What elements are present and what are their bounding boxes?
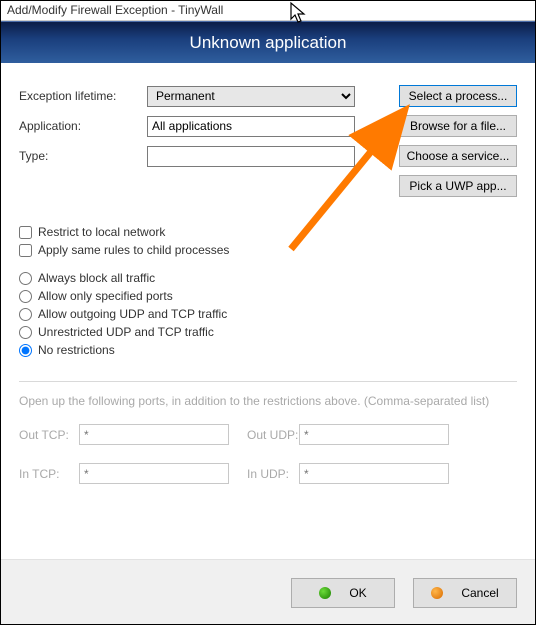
child-processes-row[interactable]: Apply same rules to child processes — [19, 243, 517, 257]
radio-unrestricted[interactable] — [19, 326, 32, 339]
cancel-icon — [431, 587, 443, 599]
application-input[interactable] — [147, 116, 355, 137]
form-area: Exception lifetime: Permanent Select a p… — [1, 63, 535, 215]
options-area: Restrict to local network Apply same rul… — [1, 215, 535, 371]
traffic-radio-group: Always block all traffic Allow only spec… — [19, 271, 517, 357]
in-udp-input — [299, 463, 449, 484]
radio-always-block[interactable] — [19, 272, 32, 285]
child-processes-checkbox[interactable] — [19, 244, 32, 257]
radio-outgoing-row[interactable]: Allow outgoing UDP and TCP traffic — [19, 307, 517, 321]
restrict-local-checkbox[interactable] — [19, 226, 32, 239]
banner-text: Unknown application — [190, 33, 347, 53]
dialog-window: Add/Modify Firewall Exception - TinyWall… — [0, 0, 536, 625]
radio-no-restrictions-row[interactable]: No restrictions — [19, 343, 517, 357]
ok-label: OK — [349, 586, 366, 600]
radio-outgoing[interactable] — [19, 308, 32, 321]
radio-always-block-row[interactable]: Always block all traffic — [19, 271, 517, 285]
out-udp-label: Out UDP: — [229, 428, 299, 442]
label-lifetime: Exception lifetime: — [19, 89, 147, 103]
pick-uwp-button[interactable]: Pick a UWP app... — [399, 175, 517, 197]
in-tcp-label: In TCP: — [19, 467, 79, 481]
radio-unrestricted-row[interactable]: Unrestricted UDP and TCP traffic — [19, 325, 517, 339]
cancel-button[interactable]: Cancel — [413, 578, 517, 608]
out-tcp-input — [79, 424, 229, 445]
browse-file-button[interactable]: Browse for a file... — [399, 115, 517, 137]
radio-only-specified[interactable] — [19, 290, 32, 303]
label-type: Type: — [19, 149, 147, 163]
select-process-button[interactable]: Select a process... — [399, 85, 517, 107]
separator — [19, 381, 517, 382]
titlebar: Add/Modify Firewall Exception - TinyWall — [1, 1, 535, 21]
type-input[interactable] — [147, 146, 355, 167]
radio-unrestricted-label: Unrestricted UDP and TCP traffic — [38, 325, 214, 339]
restrict-local-row[interactable]: Restrict to local network — [19, 225, 517, 239]
child-processes-label: Apply same rules to child processes — [38, 243, 229, 257]
label-application: Application: — [19, 119, 147, 133]
in-tcp-input — [79, 463, 229, 484]
ok-icon — [319, 587, 331, 599]
dialog-buttons: OK Cancel — [1, 559, 535, 624]
radio-outgoing-label: Allow outgoing UDP and TCP traffic — [38, 307, 227, 321]
restrict-local-label: Restrict to local network — [38, 225, 165, 239]
radio-always-block-label: Always block all traffic — [38, 271, 155, 285]
lifetime-select[interactable]: Permanent — [147, 86, 355, 107]
ok-button[interactable]: OK — [291, 578, 395, 608]
radio-no-restrictions[interactable] — [19, 344, 32, 357]
banner: Unknown application — [1, 21, 535, 63]
in-udp-label: In UDP: — [229, 467, 299, 481]
window-title: Add/Modify Firewall Exception - TinyWall — [7, 3, 223, 17]
cancel-label: Cancel — [461, 586, 498, 600]
radio-no-restrictions-label: No restrictions — [38, 343, 115, 357]
radio-only-specified-row[interactable]: Allow only specified ports — [19, 289, 517, 303]
ports-area: Open up the following ports, in addition… — [1, 388, 535, 494]
out-udp-input — [299, 424, 449, 445]
radio-only-specified-label: Allow only specified ports — [38, 289, 173, 303]
ports-caption: Open up the following ports, in addition… — [19, 394, 517, 408]
choose-service-button[interactable]: Choose a service... — [399, 145, 517, 167]
out-tcp-label: Out TCP: — [19, 428, 79, 442]
